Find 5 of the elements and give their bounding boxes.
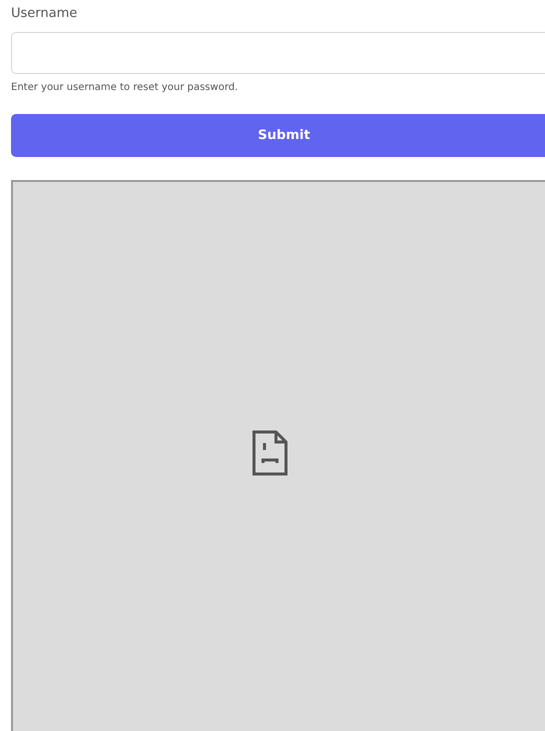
hint-text: Enter your username to reset your password. — [11, 82, 239, 93]
submit-button[interactable]: Submit — [11, 114, 545, 157]
broken-page-icon — [252, 430, 288, 476]
username-field[interactable] — [11, 32, 545, 74]
field-label: Username — [11, 6, 78, 23]
